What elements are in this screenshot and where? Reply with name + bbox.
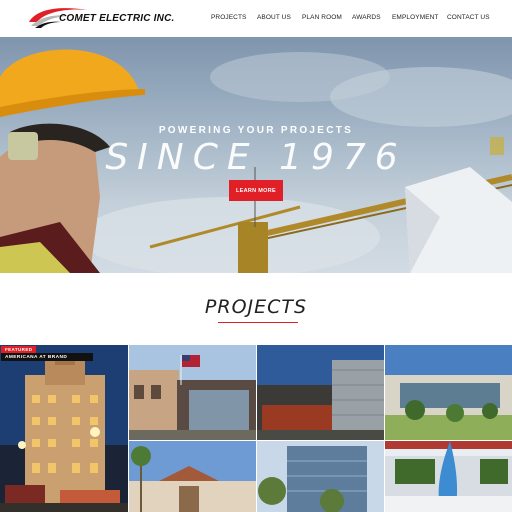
projects-grid: FEATURED AMERICANA AT BRAND xyxy=(0,345,512,512)
featured-project-tile[interactable]: FEATURED AMERICANA AT BRAND xyxy=(0,345,128,512)
project-photo-3 xyxy=(257,345,384,440)
project-tile-2[interactable] xyxy=(129,345,256,440)
featured-project-title: AMERICANA AT BRAND xyxy=(1,353,93,361)
nav-contact-us[interactable]: CONTACT US xyxy=(447,14,490,21)
nav-employment[interactable]: EMPLOYMENT xyxy=(392,14,439,21)
project-tile-5[interactable] xyxy=(129,441,256,512)
projects-heading: PROJECTS xyxy=(204,296,308,318)
main-nav: PROJECTS ABOUT US PLAN ROOM AWARDS EMPLO… xyxy=(0,14,512,26)
nav-projects[interactable]: PROJECTS xyxy=(211,14,246,21)
project-photo-5 xyxy=(129,441,256,512)
project-photo-4 xyxy=(385,345,512,440)
learn-more-button[interactable]: LEARN MORE xyxy=(229,180,283,201)
hero-banner: POWERING YOUR PROJECTS SINCE 1976 LEARN … xyxy=(0,37,512,273)
nav-plan-room[interactable]: PLAN ROOM xyxy=(302,14,342,21)
project-photo-6 xyxy=(257,441,384,512)
project-photo-2 xyxy=(129,345,256,440)
hero-tagline: POWERING YOUR PROJECTS xyxy=(158,125,354,136)
site-header: COMET ELECTRIC INC. PROJECTS ABOUT US PL… xyxy=(0,0,512,37)
nav-awards[interactable]: AWARDS xyxy=(352,14,381,21)
hero-title: SINCE 1976 xyxy=(105,137,407,178)
project-tile-4[interactable] xyxy=(385,345,512,440)
project-photo-7 xyxy=(385,441,512,512)
heading-divider xyxy=(218,322,298,323)
featured-project-photo xyxy=(0,345,128,512)
project-tile-7[interactable] xyxy=(385,441,512,512)
project-tile-3[interactable] xyxy=(257,345,384,440)
featured-badge: FEATURED xyxy=(1,346,37,353)
nav-about-us[interactable]: ABOUT US xyxy=(257,14,291,21)
project-tile-6[interactable] xyxy=(257,441,384,512)
